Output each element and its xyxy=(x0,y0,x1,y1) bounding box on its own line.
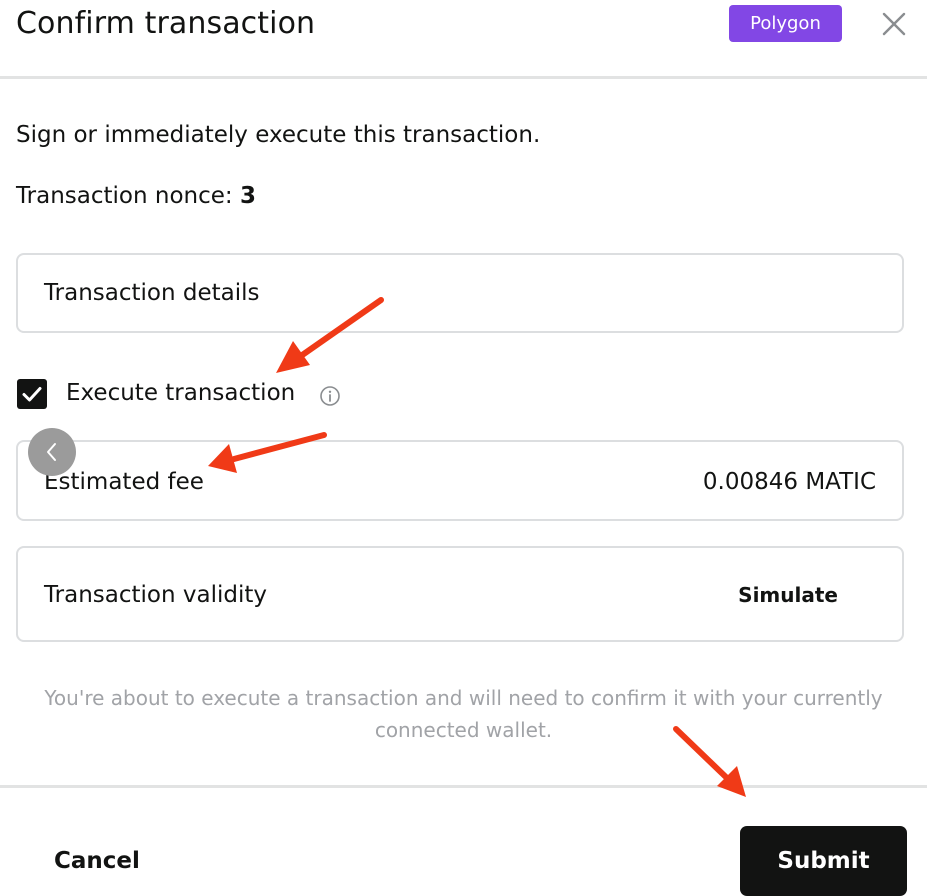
cancel-button[interactable]: Cancel xyxy=(54,845,140,877)
transaction-validity-card: Transaction validity Simulate xyxy=(16,546,904,642)
estimated-fee-card[interactable]: Estimated fee 0.00846 MATIC xyxy=(16,440,904,521)
confirm-transaction-dialog: Confirm transaction Polygon Sign or imme… xyxy=(0,0,927,896)
execute-transaction-label: Execute transaction xyxy=(66,380,296,406)
chain-badge: Polygon xyxy=(729,5,842,42)
nonce-value: 3 xyxy=(239,183,256,209)
info-icon[interactable] xyxy=(319,385,341,407)
transaction-details-accordion[interactable]: Transaction details xyxy=(16,253,904,333)
transaction-nonce: Transaction nonce: 3 xyxy=(16,180,256,212)
execution-note: You're about to execute a transaction an… xyxy=(44,686,883,742)
back-button[interactable] xyxy=(28,428,76,476)
close-icon xyxy=(882,12,906,36)
simulate-button[interactable]: Simulate xyxy=(738,581,838,609)
execute-transaction-checkbox[interactable] xyxy=(17,379,47,409)
footer-divider xyxy=(0,785,927,788)
estimated-fee-value: 0.00846 MATIC xyxy=(702,469,876,495)
close-button[interactable] xyxy=(878,8,910,40)
dialog-header: Confirm transaction Polygon xyxy=(0,0,927,79)
checkmark-icon xyxy=(22,387,42,402)
transaction-validity-label: Transaction validity xyxy=(44,582,267,608)
execute-transaction-row: Execute transaction xyxy=(17,377,417,411)
nonce-label: Transaction nonce: xyxy=(16,183,240,209)
transaction-details-label: Transaction details xyxy=(44,280,260,306)
chevron-left-icon xyxy=(47,443,56,461)
dialog-title: Confirm transaction xyxy=(16,6,316,41)
dialog-subtitle: Sign or immediately execute this transac… xyxy=(16,122,541,148)
submit-button[interactable]: Submit xyxy=(740,826,907,896)
